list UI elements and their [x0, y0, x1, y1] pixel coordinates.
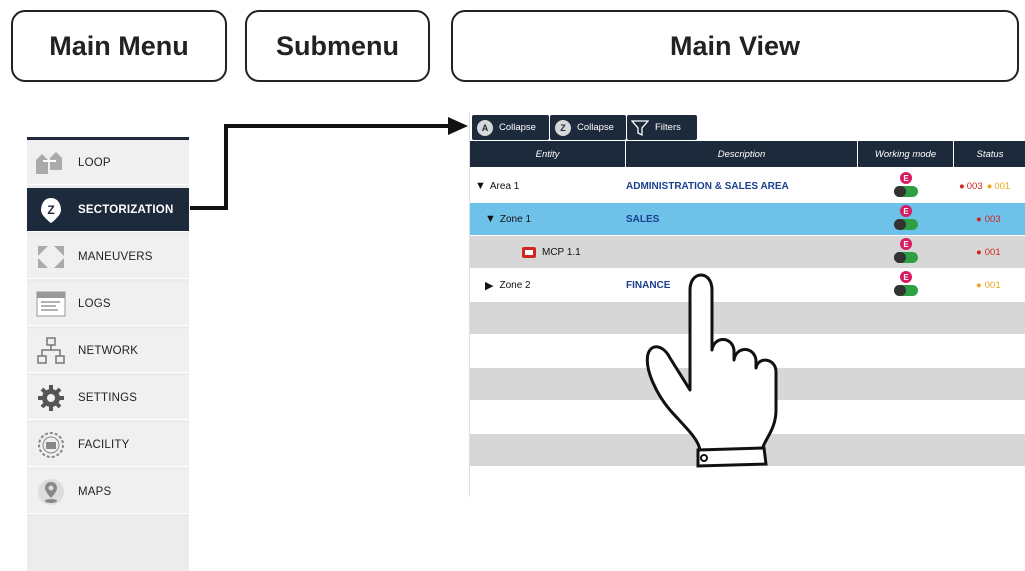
alarm-icon: ●	[976, 213, 982, 225]
sidebar-menu: LOOP Z SECTORIZATION MANEUVERS LOGS NETW…	[27, 137, 189, 571]
entity-name: Zone 1	[499, 213, 532, 225]
column-header-description[interactable]: Description	[626, 141, 858, 167]
collapsed-caret-icon[interactable]: ▶	[485, 279, 493, 292]
submenu-callout-label: Submenu	[275, 30, 399, 61]
description-cell: SALES	[626, 213, 660, 225]
entity-cell: MCP 1.1	[522, 236, 581, 268]
working-mode-switch[interactable]: E	[891, 172, 921, 200]
collapse-zones-label: Collapse	[577, 122, 614, 133]
toggle-switch-icon	[894, 219, 918, 230]
working-mode-badge: E	[900, 205, 912, 217]
sidebar-item-loop[interactable]: LOOP	[27, 141, 189, 185]
toggle-switch-icon	[894, 285, 918, 296]
sidebar-item-label: FACILITY	[78, 438, 130, 451]
maps-icon	[32, 477, 70, 507]
area-marker-icon: A	[477, 119, 493, 136]
alarm-count: 003	[966, 180, 983, 192]
sidebar-item-network[interactable]: NETWORK	[27, 329, 189, 373]
entity-cell: ▼ Zone 1	[485, 203, 531, 235]
main-view-callout-label: Main View	[669, 30, 801, 61]
expanded-caret-icon[interactable]: ▼	[475, 180, 486, 192]
loop-icon	[32, 148, 70, 178]
working-mode-badge: E	[900, 172, 912, 184]
description-cell: ADMINISTRATION & SALES AREA	[626, 180, 789, 192]
working-mode-badge: E	[900, 238, 912, 250]
entity-name: MCP 1.1	[542, 246, 581, 258]
alarm-icon: ●	[959, 180, 965, 192]
toolbar: A Collapse Z Collapse Filters	[470, 113, 1025, 141]
main-view-callout: Main View	[451, 10, 1019, 82]
column-header-status[interactable]: Status	[954, 141, 1025, 167]
facility-icon	[32, 430, 70, 460]
toggle-switch-icon	[894, 252, 918, 263]
network-icon	[32, 336, 70, 366]
expanded-caret-icon[interactable]: ▼	[485, 213, 496, 225]
filter-icon	[631, 119, 649, 136]
sidebar-item-label: SECTORIZATION	[78, 203, 174, 216]
entity-name: Zone 2	[499, 279, 531, 291]
collapse-zones-button[interactable]: Z Collapse	[550, 115, 626, 140]
fault-count: 001	[994, 180, 1011, 192]
fault-count: 001	[984, 279, 1001, 291]
pointing-hand-icon	[645, 273, 778, 468]
main-menu-callout-label: Main Menu	[49, 30, 189, 61]
table-header: Entity Description Working mode Status	[470, 141, 1025, 167]
sidebar-item-label: NETWORK	[78, 344, 139, 357]
status-cell: ● 003	[976, 203, 1001, 235]
entity-cell: ▼ Area 1	[475, 170, 519, 202]
alarm-count: 001	[984, 246, 1001, 258]
logs-icon	[32, 289, 70, 319]
sidebar-item-label: SETTINGS	[78, 391, 138, 404]
sidebar-item-settings[interactable]: SETTINGS	[27, 376, 189, 420]
manual-call-point-icon	[522, 246, 536, 258]
fault-icon: ●	[976, 279, 982, 291]
working-mode-badge: E	[900, 271, 912, 283]
collapse-areas-button[interactable]: A Collapse	[472, 115, 549, 140]
filters-label: Filters	[655, 122, 681, 133]
status-cell: ● 001	[976, 236, 1001, 268]
sidebar-item-maneuvers[interactable]: MANEUVERS	[27, 235, 189, 279]
collapse-areas-label: Collapse	[499, 122, 536, 133]
maneuvers-icon	[32, 242, 70, 272]
sidebar-item-maps[interactable]: MAPS	[27, 470, 189, 514]
sidebar-item-label: MANEUVERS	[78, 250, 153, 263]
sidebar-item-label: MAPS	[78, 485, 112, 498]
fault-icon: ●	[986, 180, 993, 192]
working-mode-switch[interactable]: E	[891, 271, 921, 299]
filters-button[interactable]: Filters	[627, 115, 697, 140]
sidebar-item-label: LOOP	[78, 156, 111, 169]
main-menu-callout: Main Menu	[11, 10, 227, 82]
column-header-entity[interactable]: Entity	[470, 141, 626, 167]
zone-marker-icon: Z	[555, 119, 571, 136]
settings-icon	[32, 383, 70, 413]
svg-text:Z: Z	[47, 203, 54, 217]
alarm-icon: ●	[976, 246, 982, 258]
sidebar-item-sectorization[interactable]: Z SECTORIZATION	[27, 188, 189, 232]
sidebar-item-label: LOGS	[78, 297, 111, 310]
working-mode-switch[interactable]: E	[891, 238, 921, 266]
table-row-selected[interactable]: ▼ Zone 1 SALES E ● 003	[470, 203, 1025, 235]
toggle-switch-icon	[894, 186, 918, 197]
sectorization-icon: Z	[32, 195, 70, 225]
sidebar-item-logs[interactable]: LOGS	[27, 282, 189, 326]
working-mode-switch[interactable]: E	[891, 205, 921, 233]
submenu-callout: Submenu	[245, 10, 430, 82]
status-cell: ● 003 ● 001	[959, 170, 1010, 202]
sidebar-item-facility[interactable]: FACILITY	[27, 423, 189, 467]
table-row[interactable]: ▼ Area 1 ADMINISTRATION & SALES AREA E ●…	[470, 170, 1025, 202]
entity-name: Area 1	[489, 180, 520, 192]
status-cell: ● 001	[976, 269, 1001, 301]
column-header-working-mode[interactable]: Working mode	[858, 141, 954, 167]
alarm-count: 003	[984, 213, 1001, 225]
entity-cell: ▶ Zone 2	[485, 269, 531, 301]
